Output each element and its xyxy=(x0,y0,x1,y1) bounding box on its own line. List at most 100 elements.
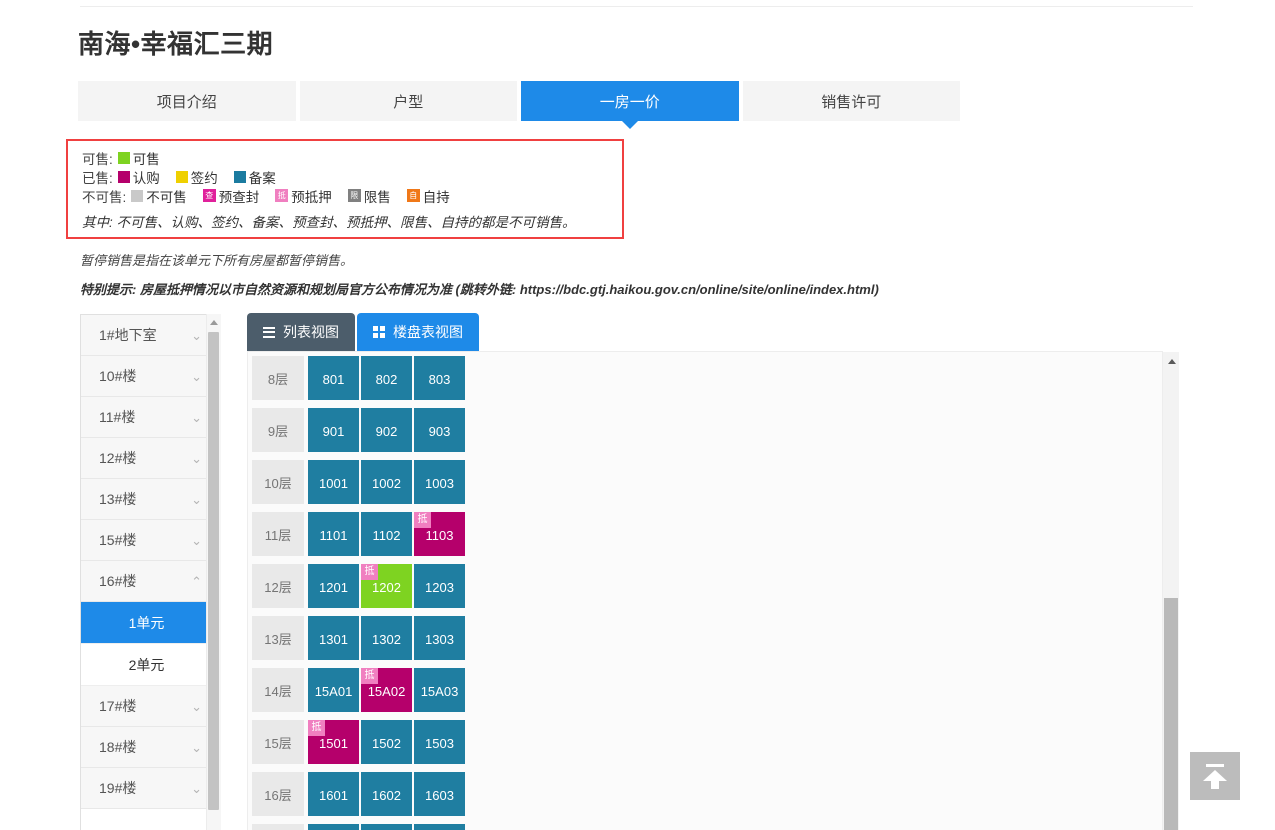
room-cell[interactable]: 1301 xyxy=(308,616,359,660)
room-cell[interactable]: 802 xyxy=(361,356,412,400)
grid-icon xyxy=(373,326,385,338)
legend-item-label: 签约 xyxy=(190,170,218,186)
room-number: 901 xyxy=(322,423,345,439)
sidebar-item-3[interactable]: 12#楼 ⌄ xyxy=(81,438,212,479)
legend-swatch-icon xyxy=(117,151,130,164)
chevron-down-icon: ⌄ xyxy=(191,327,202,343)
legend-item: 签约 xyxy=(175,167,218,187)
sidebar-item-8[interactable]: 18#楼 ⌄ xyxy=(81,727,212,768)
room-number: 1303 xyxy=(425,631,454,647)
room-number: 1601 xyxy=(319,787,348,803)
room-cell[interactable]: 1603 xyxy=(414,772,465,816)
list-icon xyxy=(263,326,275,338)
sidebar-item-label: 12#楼 xyxy=(99,450,137,466)
floor-label: 9层 xyxy=(252,408,304,452)
chevron-down-icon: ⌄ xyxy=(191,450,202,466)
sidebar-scroll-up-icon[interactable] xyxy=(210,320,218,325)
room-cell[interactable]: 901 xyxy=(308,408,359,452)
room-number: 1201 xyxy=(319,579,348,595)
view-tab-bar: 列表视图 楼盘表视图 xyxy=(247,313,479,351)
main-tab-0[interactable]: 项目介绍 xyxy=(78,81,296,121)
sidebar-item-7[interactable]: 17#楼 ⌄ xyxy=(81,686,212,727)
table-row: 8层 801 802 803 xyxy=(248,352,1162,404)
sidebar-item-0[interactable]: 1#地下室 ⌄ xyxy=(81,315,212,356)
room-number: 903 xyxy=(428,423,451,439)
room-cell[interactable]: 抵 1202 xyxy=(361,564,412,608)
sidebar-unit-6-1[interactable]: 2单元 xyxy=(81,644,212,686)
external-link[interactable]: https://bdc.gtj.haikou.gov.cn/online/sit… xyxy=(520,282,875,297)
main-tab-2[interactable]: 一房一价 xyxy=(521,81,739,129)
room-cell[interactable]: 1002 xyxy=(361,460,412,504)
room-cell[interactable]: 1102 xyxy=(361,512,412,556)
legend-item: 不可售 xyxy=(131,186,187,206)
legend-item: 可售 xyxy=(117,148,160,168)
note-tip-prefix: 特别提示: 房屋抵押情况以市自然资源和规划局官方公布情况为准 (跳转外链: xyxy=(80,282,520,297)
room-cell[interactable]: 15A01 xyxy=(308,668,359,712)
note-tip-suffix: ) xyxy=(874,282,879,297)
view-tab-1[interactable]: 楼盘表视图 xyxy=(357,313,479,351)
legend-swatch-icon xyxy=(117,170,130,183)
room-cell[interactable]: 抵 15A02 xyxy=(361,668,412,712)
room-cell[interactable]: 902 xyxy=(361,408,412,452)
room-cell[interactable]: 1003 xyxy=(414,460,465,504)
room-number: 1001 xyxy=(319,475,348,491)
room-cell[interactable] xyxy=(414,824,465,830)
back-to-top-button[interactable] xyxy=(1190,752,1240,800)
room-cell[interactable]: 1302 xyxy=(361,616,412,660)
sidebar-item-1[interactable]: 10#楼 ⌄ xyxy=(81,356,212,397)
sidebar-item-5[interactable]: 15#楼 ⌄ xyxy=(81,520,212,561)
sidebar-item-label: 1#地下室 xyxy=(99,327,157,343)
main-tab-1[interactable]: 户型 xyxy=(299,81,517,121)
room-cell[interactable]: 1201 xyxy=(308,564,359,608)
room-cell[interactable]: 1001 xyxy=(308,460,359,504)
room-cell[interactable]: 抵 1103 xyxy=(414,512,465,556)
room-cell[interactable]: 1602 xyxy=(361,772,412,816)
arrow-up-icon xyxy=(1203,763,1227,789)
room-cell[interactable]: 801 xyxy=(308,356,359,400)
view-tab-label: 楼盘表视图 xyxy=(393,324,463,340)
mortgage-badge-icon: 抵 xyxy=(361,564,378,580)
legend-item: 认购 xyxy=(117,167,160,187)
room-cell[interactable]: 803 xyxy=(414,356,465,400)
legend-item: 抵预抵押 xyxy=(275,186,332,206)
sidebar-item-6[interactable]: 16#楼 ⌃ xyxy=(81,561,212,602)
sidebar-item-2[interactable]: 11#楼 ⌄ xyxy=(81,397,212,438)
room-cell[interactable]: 1502 xyxy=(361,720,412,764)
room-number: 1202 xyxy=(372,579,401,595)
room-number: 1302 xyxy=(372,631,401,647)
room-cell[interactable]: 1601 xyxy=(308,772,359,816)
page-scrollbar-thumb[interactable] xyxy=(1164,598,1178,830)
legend-item-label: 认购 xyxy=(132,170,160,186)
room-cell[interactable]: 903 xyxy=(414,408,465,452)
sidebar-item-9[interactable]: 19#楼 ⌄ xyxy=(81,768,212,809)
room-number: 1101 xyxy=(319,527,348,543)
sidebar-item-label: 17#楼 xyxy=(99,698,137,714)
floor-label: 13层 xyxy=(252,616,304,660)
room-cell[interactable]: 1503 xyxy=(414,720,465,764)
main-tab-3[interactable]: 销售许可 xyxy=(742,81,960,121)
legend-item-label: 可售 xyxy=(132,151,160,167)
chevron-down-icon: ⌄ xyxy=(191,698,202,714)
legend-swatch-icon xyxy=(233,170,246,183)
legend-item: 限限售 xyxy=(347,186,391,206)
legend-row-2: 不可售: 不可售查预查封抵预抵押限限售自自持 xyxy=(82,186,622,205)
legend-swatch-icon xyxy=(175,170,188,183)
room-cell[interactable]: 15A03 xyxy=(414,668,465,712)
legend-item-label: 限售 xyxy=(363,189,391,205)
chevron-down-icon: ⌄ xyxy=(191,780,202,796)
room-cell[interactable]: 抵 1501 xyxy=(308,720,359,764)
room-number: 1602 xyxy=(372,787,401,803)
chevron-up-icon: ⌃ xyxy=(191,573,202,589)
room-cell[interactable]: 1203 xyxy=(414,564,465,608)
legend-item-label: 备案 xyxy=(248,170,276,186)
room-cell[interactable] xyxy=(308,824,359,830)
room-cell[interactable] xyxy=(361,824,412,830)
room-number: 1301 xyxy=(319,631,348,647)
page-scroll-up-icon[interactable] xyxy=(1168,359,1176,364)
sidebar-item-4[interactable]: 13#楼 ⌄ xyxy=(81,479,212,520)
room-cell[interactable]: 1303 xyxy=(414,616,465,660)
sidebar-unit-6-0[interactable]: 1单元 xyxy=(81,602,212,644)
sidebar-scrollbar-thumb[interactable] xyxy=(208,332,219,810)
room-cell[interactable]: 1101 xyxy=(308,512,359,556)
view-tab-0[interactable]: 列表视图 xyxy=(247,313,355,351)
